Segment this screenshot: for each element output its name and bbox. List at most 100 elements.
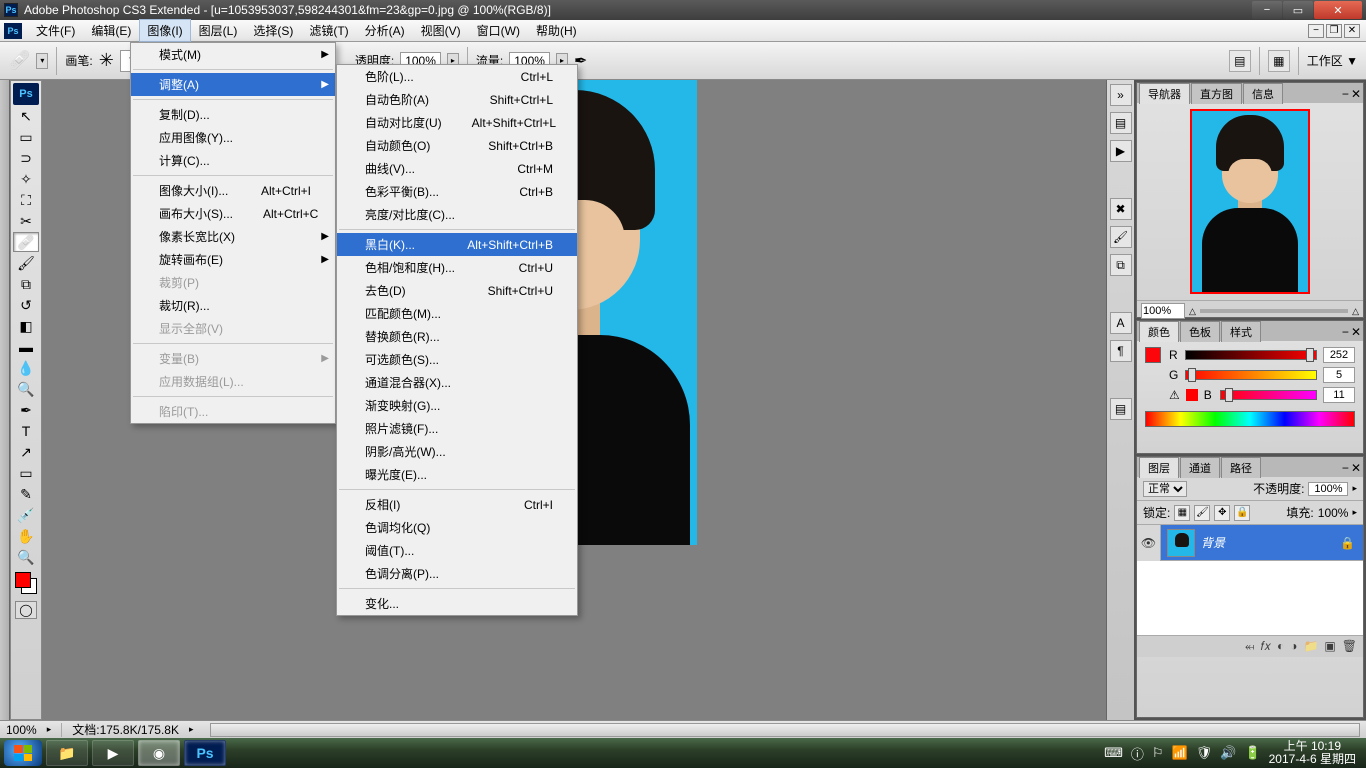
menu-file[interactable]: 文件(F) [28,19,83,42]
menu-item[interactable]: 阈值(T)... [337,539,577,562]
menu-item[interactable]: 色调分离(P)... [337,562,577,585]
menu-item[interactable]: 画布大小(S)...Alt+Ctrl+C [131,202,335,225]
opacity-arrow-icon[interactable]: ▸ [1352,483,1357,494]
taskbar-explorer-icon[interactable]: 📁 [46,740,88,766]
taskbar-sogou-icon[interactable]: ◉ [138,740,180,766]
tab-channels[interactable]: 通道 [1180,457,1220,478]
navigator-zoom-slider[interactable] [1200,309,1348,313]
menu-edit[interactable]: 编辑(E) [83,19,139,42]
panel-minimize-icon[interactable]: − [1342,461,1349,475]
visibility-icon[interactable]: 👁 [1137,525,1161,561]
new-layer-icon[interactable]: ▣ [1324,639,1335,654]
lock-position-icon[interactable]: ✥ [1214,505,1230,521]
menu-view[interactable]: 视图(V) [413,19,469,42]
fill-arrow-icon[interactable]: ▸ [1352,507,1357,518]
minimize-button[interactable]: − [1252,1,1282,19]
tray-shield-icon[interactable]: 🛡 [1196,745,1213,761]
menu-item[interactable]: 自动颜色(O)Shift+Ctrl+B [337,134,577,157]
layer-fill-value[interactable]: 100% [1318,506,1349,520]
g-slider[interactable] [1185,370,1317,380]
b-slider[interactable] [1220,390,1317,400]
menu-select[interactable]: 选择(S) [245,19,301,42]
marquee-tool[interactable]: ▭ [13,127,39,147]
menu-item[interactable]: 计算(C)... [131,149,335,172]
layer-name[interactable]: 背景 [1201,534,1340,551]
tab-paths[interactable]: 路径 [1221,457,1261,478]
menu-item[interactable]: 裁切(R)... [131,294,335,317]
menu-item[interactable]: 照片滤镜(F)... [337,417,577,440]
status-arrow-icon[interactable]: ▸ [47,724,52,735]
layer-fx-icon[interactable]: 𝑓𝑥 [1261,639,1271,654]
navigator-thumbnail[interactable] [1190,109,1310,294]
menu-item[interactable]: 复制(D)... [131,103,335,126]
strip-expand-icon[interactable]: » [1110,84,1132,106]
delete-layer-icon[interactable]: 🗑 [1342,639,1357,654]
taskbar-clock[interactable]: 上午 10:192017-4-6 星期四 [1269,740,1356,766]
crop-tool[interactable]: ⛶ [13,190,39,210]
layer-thumbnail[interactable] [1167,529,1195,557]
menu-item[interactable]: 阴影/高光(W)... [337,440,577,463]
menu-item[interactable]: 自动对比度(U)Alt+Shift+Ctrl+L [337,111,577,134]
tab-styles[interactable]: 样式 [1221,321,1261,342]
menu-item[interactable]: 渐变映射(G)... [337,394,577,417]
menu-item[interactable]: 曝光度(E)... [337,463,577,486]
taskbar-mediaplayer-icon[interactable]: ▶ [92,740,134,766]
menu-item[interactable]: 曲线(V)...Ctrl+M [337,157,577,180]
gradient-tool[interactable]: ▬ [13,337,39,357]
blur-tool[interactable]: 💧 [13,358,39,378]
lock-pixels-icon[interactable]: 🖌 [1194,505,1210,521]
tray-volume-icon[interactable]: 🔊 [1220,745,1236,761]
blend-mode-select[interactable]: 正常 [1143,481,1187,497]
tray-battery-icon[interactable]: 🔋 [1244,745,1260,761]
menu-image[interactable]: 图像(I) [139,19,190,42]
workspace-dropdown[interactable]: 工作区 ▼ [1307,52,1358,69]
doc-restore-button[interactable]: ❐ [1326,24,1342,38]
color-spectrum[interactable] [1145,411,1355,427]
doc-minimize-button[interactable]: − [1308,24,1324,38]
eyedropper-tool[interactable]: 💉 [13,505,39,525]
tray-keyboard-icon[interactable]: ⌨ [1104,745,1123,761]
lock-transparent-icon[interactable]: ▦ [1174,505,1190,521]
brush-tool[interactable]: 🖌 [13,253,39,273]
strip-actions-icon[interactable]: ▶ [1110,140,1132,162]
strip-brushes-icon[interactable]: 🖌 [1110,226,1132,248]
panel-minimize-icon[interactable]: − [1342,87,1349,101]
r-value[interactable]: 252 [1323,347,1355,363]
strip-character-icon[interactable]: A [1110,312,1132,334]
tab-layers[interactable]: 图层 [1139,457,1179,478]
menu-item[interactable]: 黑白(K)...Alt+Shift+Ctrl+B [337,233,577,256]
tool-preset-dropdown[interactable]: ▾ [36,53,48,69]
tray-info-icon[interactable]: ⓘ [1131,744,1144,763]
taskbar-photoshop-icon[interactable]: Ps [184,740,226,766]
panel-close-icon[interactable]: ✕ [1351,325,1361,339]
menu-item[interactable]: 变化... [337,592,577,615]
layer-mask-icon[interactable]: ◐ [1277,639,1284,654]
status-zoom[interactable]: 100% [6,723,37,737]
menu-item[interactable]: 调整(A)▶ [131,73,335,96]
file-browser-icon[interactable]: ▤ [1229,50,1251,72]
slice-tool[interactable]: ✂ [13,211,39,231]
menu-item[interactable]: 可选颜色(S)... [337,348,577,371]
wand-tool[interactable]: ✧ [13,169,39,189]
menu-item[interactable]: 自动色阶(A)Shift+Ctrl+L [337,88,577,111]
menu-window[interactable]: 窗口(W) [469,19,528,42]
status-arrow-icon[interactable]: ▸ [189,724,194,735]
zoom-in-icon[interactable]: △ [1352,306,1359,317]
panel-minimize-icon[interactable]: − [1342,325,1349,339]
doc-close-button[interactable]: ✕ [1344,24,1360,38]
strip-tool-presets-icon[interactable]: ✖ [1110,198,1132,220]
menu-filter[interactable]: 滤镜(T) [301,19,356,42]
horizontal-scrollbar[interactable] [210,723,1360,737]
lasso-tool[interactable]: ⊃ [13,148,39,168]
tab-histogram[interactable]: 直方图 [1191,83,1242,104]
bridge-icon[interactable]: ▦ [1268,50,1290,72]
menu-item[interactable]: 色阶(L)...Ctrl+L [337,65,577,88]
menu-item[interactable]: 亮度/对比度(C)... [337,203,577,226]
menu-item[interactable]: 去色(D)Shift+Ctrl+U [337,279,577,302]
menu-item[interactable]: 替换颜色(R)... [337,325,577,348]
menu-item[interactable]: 匹配颜色(M)... [337,302,577,325]
tray-network-icon[interactable]: 📶 [1172,745,1188,761]
menu-item[interactable]: 模式(M)▶ [131,43,335,66]
menu-item[interactable]: 图像大小(I)...Alt+Ctrl+I [131,179,335,202]
path-tool[interactable]: ↗ [13,442,39,462]
